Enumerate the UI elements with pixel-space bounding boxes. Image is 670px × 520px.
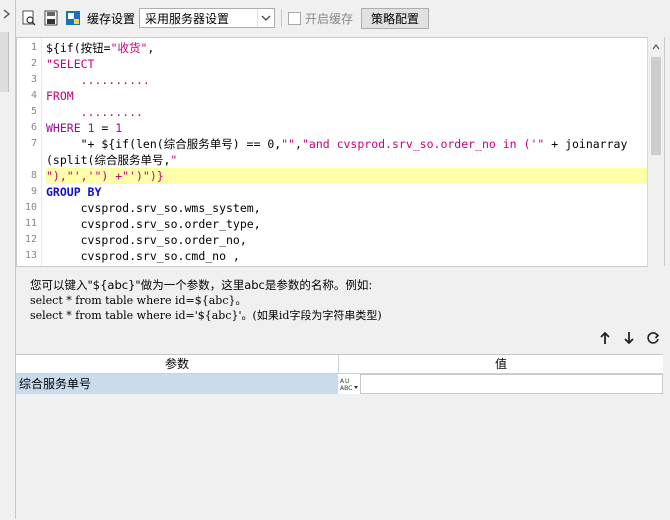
code-token: ......... xyxy=(46,105,143,119)
column-header-param[interactable]: 参数 xyxy=(16,355,339,373)
code-token: cvsprod.srv_so.order_type, xyxy=(46,217,261,231)
code-token: cvsprod.srv_so.wms_system, xyxy=(46,201,261,215)
code-token: GROUP BY xyxy=(46,185,102,199)
line-number: 3 xyxy=(30,74,37,85)
code-token: 按钮 xyxy=(80,41,104,55)
code-token: "" xyxy=(281,137,296,151)
left-panel-strip xyxy=(0,0,16,519)
param-name-cell[interactable]: 综合服务单号 xyxy=(16,374,338,394)
code-token: FROM xyxy=(46,89,74,103)
code-line[interactable]: .......... xyxy=(46,72,664,88)
code-token: "+ ${if(len(综合服务单号) == 0, xyxy=(46,137,282,151)
line-number: 1 xyxy=(30,42,37,53)
enable-cache-label: 开启缓存 xyxy=(305,11,354,26)
code-token: " xyxy=(170,153,178,167)
chevron-down-icon[interactable] xyxy=(257,9,274,27)
svg-text:ABC: ABC xyxy=(340,385,352,392)
parameter-table-header: 参数 值 xyxy=(16,355,663,374)
line-number: 7 xyxy=(30,138,37,149)
line-number-gutter: 1 2 3 4 5 6 7 8 9 10 11 12 13 xyxy=(17,38,42,266)
code-token: 1 xyxy=(115,121,123,135)
code-line[interactable]: WHERE 1 = 1 xyxy=(46,120,664,136)
line-number: 6 xyxy=(30,122,37,133)
code-token: + joinarray xyxy=(544,137,628,151)
code-token: cvsprod.srv_so.cmd_no , xyxy=(46,249,240,263)
param-value-input[interactable] xyxy=(360,374,663,394)
code-token: , xyxy=(295,137,302,151)
cache-mode-value: 采用服务器设置 xyxy=(145,11,230,26)
code-line[interactable]: ......... xyxy=(46,104,664,120)
line-number: 11 xyxy=(24,218,37,229)
left-scroll-thumb[interactable] xyxy=(0,32,9,92)
line-number: 12 xyxy=(24,234,37,245)
column-header-value[interactable]: 值 xyxy=(339,355,663,373)
cache-settings-label: 缓存设置 xyxy=(87,11,136,26)
hint-line-1: 您可以键入"${abc}"做为一个参数，这里abc是参数的名称。例如: xyxy=(30,278,373,292)
line-number: 10 xyxy=(24,202,37,213)
line-number: 9 xyxy=(30,186,37,197)
sql-editor[interactable]: 1 2 3 4 5 6 7 8 9 10 11 12 13 ${if(按钮="收货", "SELECT .… xyxy=(16,37,665,267)
line-number: 8 xyxy=(30,170,37,181)
line-number: 13 xyxy=(24,250,37,261)
code-line[interactable]: "),"','") +"')")} xyxy=(46,168,664,184)
code-line[interactable]: cvsprod.srv_so.wms_system, xyxy=(46,200,664,216)
code-token: .......... xyxy=(46,73,150,87)
code-token: = xyxy=(94,121,116,135)
hint-line-2: select * from table where id=${abc}。 xyxy=(30,294,247,307)
code-line[interactable]: FROM xyxy=(46,88,664,104)
cache-settings-icon[interactable] xyxy=(64,9,82,27)
code-token: ${if( xyxy=(46,41,81,55)
table-row[interactable]: 综合服务单号 A U ABC xyxy=(16,374,663,394)
line-number: 5 xyxy=(30,106,37,117)
cache-mode-select[interactable]: 采用服务器设置 xyxy=(139,8,276,28)
code-line[interactable]: cvsprod.srv_so.order_type, xyxy=(46,216,664,232)
scroll-thumb[interactable] xyxy=(651,57,661,155)
code-line[interactable]: "SELECT xyxy=(46,56,664,72)
hint-line-3: select * from table where id='${abc}'。(如… xyxy=(30,309,382,322)
scroll-up-icon[interactable] xyxy=(652,39,660,53)
parameter-table: 参数 值 综合服务单号 A U ABC xyxy=(16,354,663,520)
enable-cache-checkbox[interactable]: 开启缓存 xyxy=(288,10,353,27)
preview-icon[interactable] xyxy=(20,9,38,27)
code-line[interactable]: cvsprod.srv_so.cmd_no , xyxy=(46,248,664,264)
code-line[interactable]: cvsprod.srv_so.order_no, xyxy=(46,232,664,248)
collapse-arrow-icon[interactable] xyxy=(0,4,14,24)
code-token: = xyxy=(103,41,111,55)
editor-vertical-scrollbar[interactable] xyxy=(647,37,664,267)
svg-text:U: U xyxy=(345,378,349,385)
code-line[interactable]: (split(综合服务单号," xyxy=(46,152,664,168)
text-type-icon[interactable]: A U ABC xyxy=(338,374,360,394)
code-token: "),"','") +"')")} xyxy=(46,169,164,183)
code-token: "SELECT xyxy=(46,57,95,71)
strategy-config-button[interactable]: 策略配置 xyxy=(361,7,430,29)
code-line[interactable]: ${if(按钮="收货", xyxy=(46,40,664,56)
code-token: "收货" xyxy=(110,41,148,55)
code-token: , xyxy=(147,41,155,55)
param-actions xyxy=(598,331,660,345)
code-token: WHERE xyxy=(46,121,81,135)
refresh-icon[interactable] xyxy=(646,331,660,345)
code-token: 1 xyxy=(87,121,95,135)
line-number: 2 xyxy=(30,58,37,69)
code-token: "and cvsprod.srv_so.order_no in ('" xyxy=(301,137,545,151)
right-edge xyxy=(663,266,670,519)
code-token: cvsprod.srv_so.order_no, xyxy=(46,233,247,247)
move-up-icon[interactable] xyxy=(598,331,612,345)
checkbox-box[interactable] xyxy=(288,11,302,25)
toolbar-divider xyxy=(281,9,283,27)
code-line[interactable]: GROUP BY xyxy=(46,184,664,200)
move-down-icon[interactable] xyxy=(622,331,636,345)
parameter-hint: 您可以键入"${abc}"做为一个参数，这里abc是参数的名称。例如: sele… xyxy=(30,278,382,323)
save-icon[interactable] xyxy=(42,9,60,27)
toolbar: 缓存设置 采用服务器设置 开启缓存 策略配置 xyxy=(16,0,670,36)
code-token: (split(综合服务单号, xyxy=(46,153,171,167)
code-line[interactable]: "+ ${if(len(综合服务单号) == 0,"","and cvsprod… xyxy=(46,136,664,152)
line-number: 4 xyxy=(30,90,37,101)
